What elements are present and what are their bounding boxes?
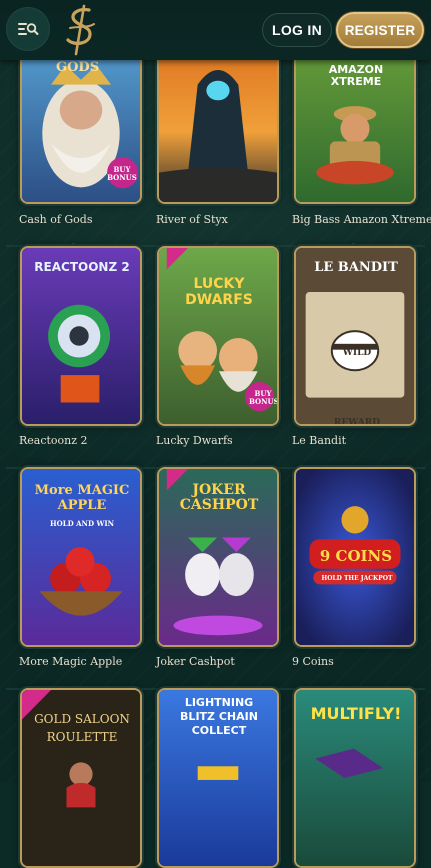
row-divider bbox=[6, 237, 425, 249]
game-thumbnail bbox=[22, 248, 140, 424]
buy-bonus-badge: BUY BONUS bbox=[107, 165, 137, 182]
art-subtitle: HOLD THE JACKPOT bbox=[321, 575, 393, 582]
art-title: GOLD SALOON ROULETTE bbox=[34, 712, 130, 744]
game-title[interactable]: Reactoonz 2 bbox=[19, 434, 88, 447]
art-title: More MAGIC APPLE bbox=[34, 483, 130, 513]
row-divider bbox=[6, 680, 425, 692]
brand-logo[interactable] bbox=[60, 4, 104, 56]
art-title: 9 COINS bbox=[319, 547, 393, 565]
login-button[interactable]: LOG IN bbox=[262, 13, 332, 47]
game-title[interactable]: Lucky Dwarfs bbox=[156, 434, 233, 447]
art-title: REACTOONZ 2 bbox=[34, 260, 130, 274]
game-title[interactable]: River of Styx bbox=[156, 213, 228, 226]
art-title: LE BANDIT bbox=[314, 260, 398, 275]
game-card-more-magic-apple[interactable]: More MAGIC APPLE HOLD AND WIN bbox=[20, 467, 142, 647]
art-title: GODS bbox=[56, 60, 100, 75]
game-title[interactable]: Big Bass Amazon Xtreme bbox=[292, 213, 431, 226]
game-card-9-coins[interactable]: 9 COINS HOLD THE JACKPOT bbox=[294, 467, 416, 647]
art-title: LIGHTNING BLITZ CHAIN COLLECT bbox=[180, 696, 258, 737]
buy-bonus-badge: BUY BONUS bbox=[249, 389, 279, 406]
top-header: LOG IN REGISTER bbox=[0, 0, 431, 60]
game-card-lucky-dwarfs[interactable]: LUCKY DWARFS BUY BONUS bbox=[157, 246, 279, 426]
wanted-poster-text: WILD REWARD bbox=[333, 348, 381, 426]
game-title[interactable]: Le Bandit bbox=[292, 434, 346, 447]
game-card-le-bandit[interactable]: LE BANDIT WILD REWARD bbox=[294, 246, 416, 426]
art-title: MULTIFLY! bbox=[310, 704, 402, 723]
game-card-joker-cashpot[interactable]: JOKER CASHPOT bbox=[157, 467, 279, 647]
game-card-lightning-blitz[interactable]: LIGHTNING BLITZ CHAIN COLLECT bbox=[157, 688, 279, 868]
art-subtitle: HOLD AND WIN bbox=[49, 519, 114, 528]
art-title: AMAZON XTREME bbox=[328, 63, 384, 88]
menu-search-icon bbox=[18, 23, 39, 35]
game-title[interactable]: Joker Cashpot bbox=[156, 655, 235, 668]
art-title: LUCKY DWARFS bbox=[185, 276, 253, 308]
game-title[interactable]: 9 Coins bbox=[292, 655, 334, 668]
game-title[interactable]: More Magic Apple bbox=[19, 655, 122, 668]
register-button[interactable]: REGISTER bbox=[336, 12, 424, 48]
game-title[interactable]: Cash of Gods bbox=[19, 213, 93, 226]
row-divider bbox=[6, 459, 425, 471]
game-card-gold-saloon-roulette[interactable]: GOLD SALOON ROULETTE bbox=[20, 688, 142, 868]
art-title: JOKER CASHPOT bbox=[179, 482, 259, 513]
game-card-multifly[interactable]: MULTIFLY! bbox=[294, 688, 416, 868]
game-card-reactoonz-2[interactable]: REACTOONZ 2 bbox=[20, 246, 142, 426]
game-grid: GODS BUY BONUS Cash of Gods River of Sty… bbox=[0, 0, 431, 868]
menu-search-button[interactable] bbox=[6, 7, 50, 51]
